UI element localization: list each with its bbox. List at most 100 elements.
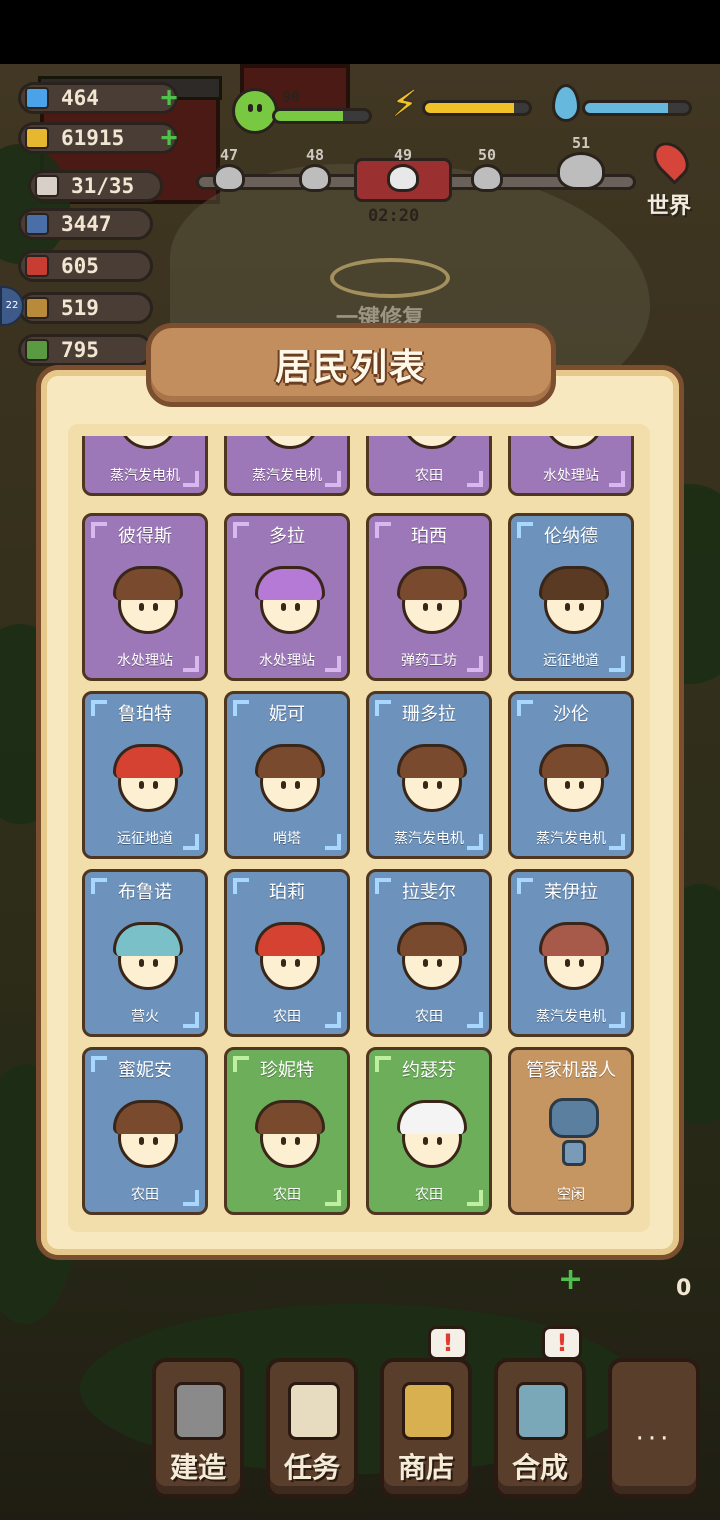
hair-icon xyxy=(255,566,325,600)
skull-icon xyxy=(557,152,605,190)
resident-card[interactable]: 农田 xyxy=(366,436,492,496)
resident-card[interactable]: 伦纳德 远征地道 xyxy=(508,513,634,681)
skull-icon xyxy=(213,164,245,192)
resident-job: 蒸汽发电机 xyxy=(536,1009,606,1025)
resident-card[interactable]: 布鲁诺 营火 xyxy=(82,869,208,1037)
resource-value: 3447 xyxy=(61,212,112,236)
resident-name: 拉斐尔 xyxy=(402,882,456,903)
resource-food: 605 xyxy=(18,250,153,282)
resident-card[interactable]: 管家机器人 空闲 xyxy=(508,1047,634,1215)
resident-card[interactable]: 妮可 哨塔 xyxy=(224,691,350,859)
resident-job: 农田 xyxy=(415,1009,443,1025)
energy-meter xyxy=(422,100,532,116)
add-diamond-button[interactable]: + xyxy=(155,83,183,112)
hair-icon xyxy=(113,922,183,956)
resource-value: 31/35 xyxy=(71,174,135,198)
resident-avatar xyxy=(544,436,604,449)
resident-job: 蒸汽发电机 xyxy=(252,468,322,484)
resident-job: 水处理站 xyxy=(259,653,315,669)
resident-avatar xyxy=(402,436,462,449)
resident-card[interactable]: 蒸汽发电机 xyxy=(82,436,208,496)
herb-icon xyxy=(25,339,49,361)
wave-number: 47 xyxy=(219,146,239,164)
resident-name: 鲁珀特 xyxy=(118,704,172,725)
resident-card[interactable]: 拉斐尔 农田 xyxy=(366,869,492,1037)
hair-icon xyxy=(397,922,467,956)
population-icon xyxy=(35,175,59,197)
resident-card[interactable]: 珀莉 农田 xyxy=(224,869,350,1037)
shovel-icon xyxy=(174,1382,226,1440)
hair-icon xyxy=(255,1100,325,1134)
resource-population: 31/35 xyxy=(28,170,163,202)
resource-value: 61915 xyxy=(61,126,125,150)
wave-number: 49 xyxy=(393,146,413,164)
resident-card[interactable]: 鲁珀特 远征地道 xyxy=(82,691,208,859)
nav-button-label: 合成 xyxy=(511,1451,568,1484)
side-plus-icon[interactable]: + xyxy=(558,1262,583,1297)
resident-name: 珍妮特 xyxy=(260,1060,314,1081)
resident-name: 伦纳德 xyxy=(544,526,598,547)
nav-button-0[interactable]: 建造 xyxy=(152,1358,244,1498)
resident-avatar xyxy=(118,436,178,449)
resident-card[interactable]: 茉伊拉 蒸汽发电机 xyxy=(508,869,634,1037)
happiness-value: 90 xyxy=(282,88,301,106)
resident-card[interactable]: 蒸汽发电机 xyxy=(224,436,350,496)
resident-card[interactable]: 珀西 弹药工坊 xyxy=(366,513,492,681)
world-button[interactable]: 世界 xyxy=(634,135,704,220)
hair-icon xyxy=(397,1100,467,1134)
wave-marker: 49 xyxy=(386,146,420,192)
resident-name: 沙伦 xyxy=(553,704,589,725)
energy-bolt-icon: ⚡ xyxy=(392,84,418,125)
hair-icon xyxy=(113,566,183,600)
resource-coin: 61915 + xyxy=(18,122,178,154)
resident-job: 蒸汽发电机 xyxy=(394,831,464,847)
resident-job: 农田 xyxy=(273,1187,301,1203)
hair-icon xyxy=(539,744,609,778)
hair-icon xyxy=(113,1100,183,1134)
hair-icon xyxy=(113,744,183,778)
robot-avatar-icon xyxy=(549,1098,599,1168)
hair-icon xyxy=(255,744,325,778)
resident-job: 弹药工坊 xyxy=(401,653,457,669)
more-button[interactable]: ··· xyxy=(608,1358,700,1498)
nav-button-1[interactable]: 任务 xyxy=(266,1358,358,1498)
wave-timer: 02:20 xyxy=(368,206,420,226)
resident-card[interactable]: 彼得斯 水处理站 xyxy=(82,513,208,681)
resident-grid[interactable]: 蒸汽发电机 蒸汽发电机 农田 水处理站 彼得斯 水处理站 多拉 水处理站 珀西 弹药工坊 伦纳德 远征… xyxy=(68,424,650,1232)
resident-job: 农田 xyxy=(131,1187,159,1203)
resident-job: 农田 xyxy=(415,468,443,484)
add-coin-button[interactable]: + xyxy=(155,123,183,152)
wave-marker: 48 xyxy=(298,146,332,192)
resource-value: 464 xyxy=(61,86,99,110)
resident-card[interactable]: 沙伦 蒸汽发电机 xyxy=(508,691,634,859)
resident-card[interactable]: 多拉 水处理站 xyxy=(224,513,350,681)
side-counter: 0 xyxy=(676,1276,692,1301)
hair-icon xyxy=(397,566,467,600)
map-pin-icon xyxy=(646,135,696,185)
nav-button-3[interactable]: 合成! xyxy=(494,1326,586,1498)
resident-card[interactable]: 珊多拉 蒸汽发电机 xyxy=(366,691,492,859)
water-drop-icon xyxy=(552,84,580,122)
resident-card[interactable]: 珍妮特 农田 xyxy=(224,1047,350,1215)
resident-name: 管家机器人 xyxy=(526,1060,616,1081)
resident-name: 珀莉 xyxy=(269,882,305,903)
nav-button-label: 建造 xyxy=(169,1451,226,1484)
nav-button-2[interactable]: 商店! xyxy=(380,1326,472,1498)
hair-icon xyxy=(397,744,467,778)
wave-number: 50 xyxy=(477,146,497,164)
resident-job: 农田 xyxy=(273,1009,301,1025)
resource-diamond: 464 + xyxy=(18,82,178,114)
scroll-icon xyxy=(288,1382,340,1440)
resident-card[interactable]: 水处理站 xyxy=(508,436,634,496)
resident-card[interactable]: 蜜妮安 农田 xyxy=(82,1047,208,1215)
food-icon xyxy=(25,255,49,277)
nav-button-label: 商店 xyxy=(397,1451,454,1484)
resource-ammo: 3447 xyxy=(18,208,153,240)
resident-card[interactable]: 约瑟芬 农田 xyxy=(366,1047,492,1215)
coins-icon xyxy=(402,1382,454,1440)
nav-button-label: 任务 xyxy=(283,1451,340,1484)
wave-number: 51 xyxy=(571,134,591,152)
skull-icon xyxy=(299,164,331,192)
resident-job: 营火 xyxy=(131,1009,159,1025)
resident-name: 约瑟芬 xyxy=(402,1060,456,1081)
